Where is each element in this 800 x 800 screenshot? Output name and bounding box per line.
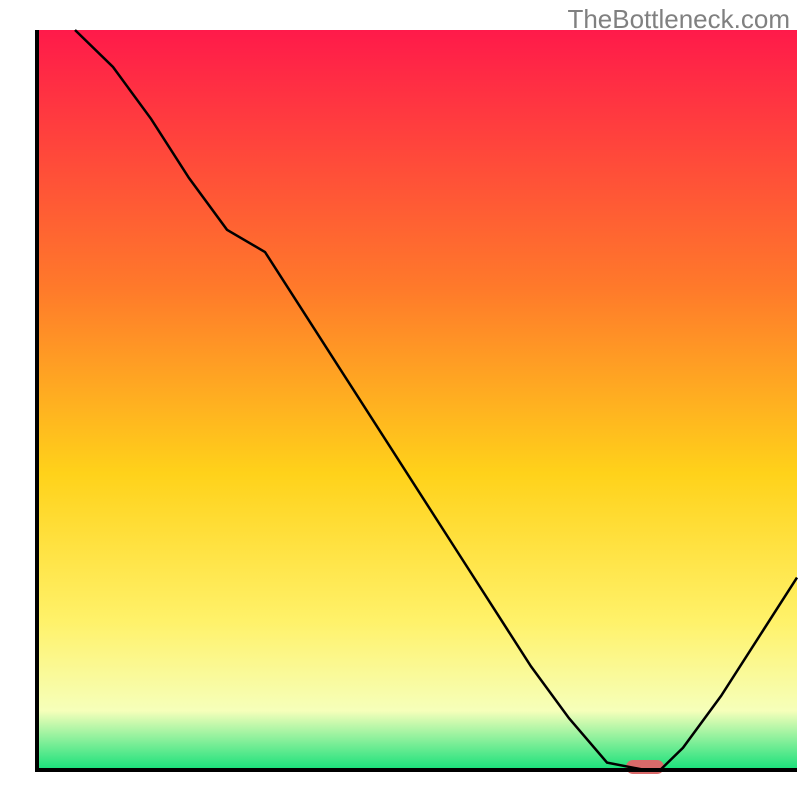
chart-container: TheBottleneck.com xyxy=(0,0,800,800)
bottleneck-chart xyxy=(0,0,800,800)
watermark-text: TheBottleneck.com xyxy=(567,4,790,35)
plot-background xyxy=(37,30,797,770)
